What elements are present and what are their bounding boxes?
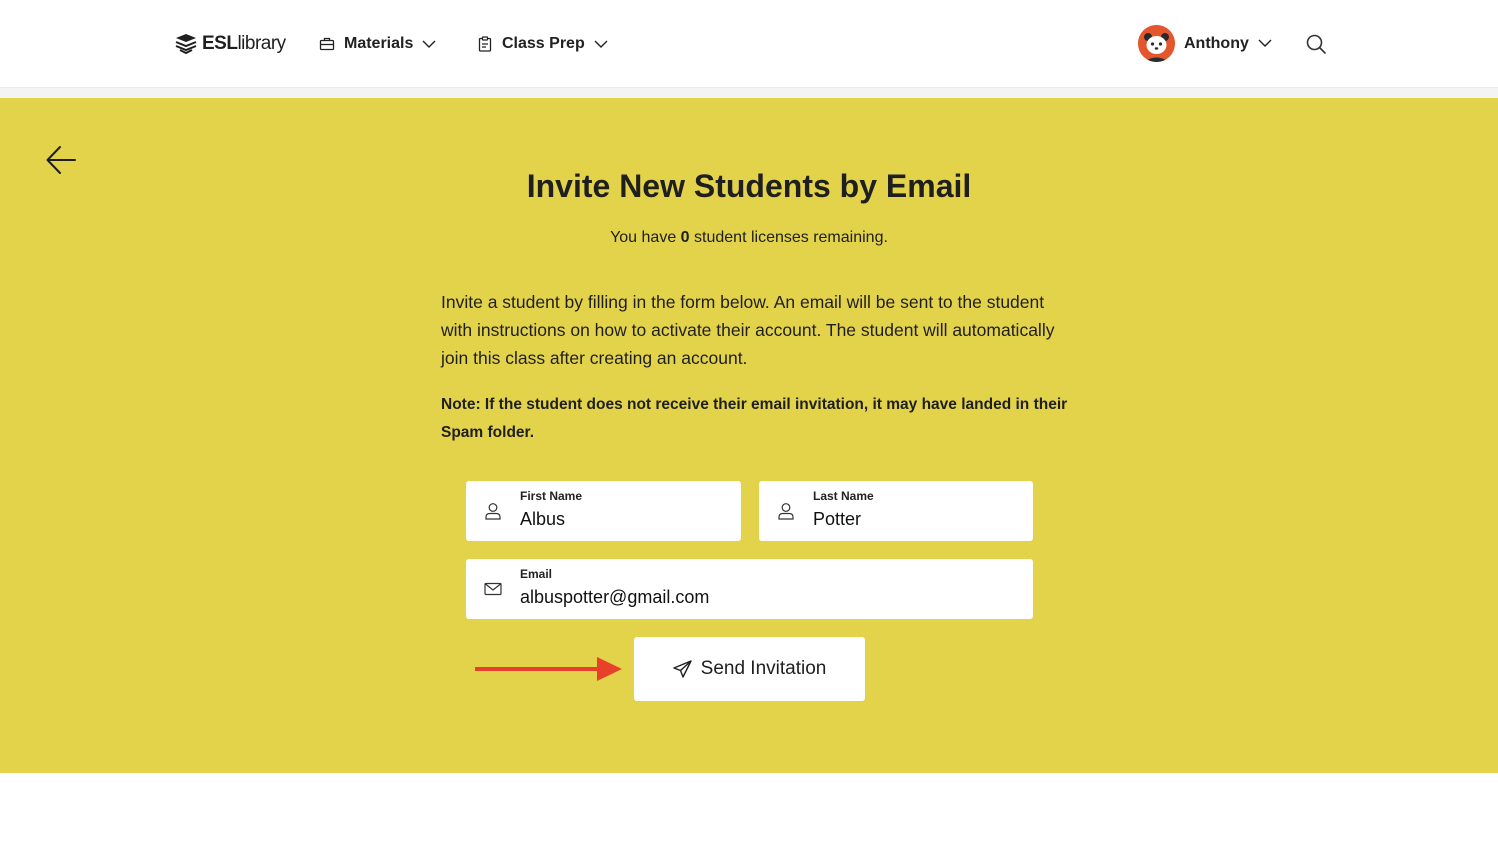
chevron-down-icon [594, 40, 608, 48]
person-icon [778, 503, 794, 520]
spam-note: Note: If the student does not receive th… [441, 396, 1068, 441]
paper-plane-icon [672, 659, 692, 678]
instructions-text: Invite a student by filling in the form … [441, 292, 1055, 368]
clipboard-icon [478, 36, 492, 52]
header-divider [0, 88, 1498, 98]
top-header: ESLlibrary Materials Class Prep Anthony [0, 0, 1498, 88]
email-label: Email [520, 567, 553, 581]
first-name-value[interactable]: Albus [520, 509, 565, 530]
user-menu[interactable]: Anthony [1138, 25, 1272, 62]
chevron-down-icon [422, 40, 436, 48]
nav-class-prep[interactable]: Class Prep [477, 30, 608, 58]
send-invitation-button[interactable]: Send Invitation [634, 637, 865, 701]
esl-library-logo[interactable]: ESLlibrary [174, 30, 286, 58]
logo-text: ESLlibrary [202, 33, 286, 54]
first-name-label: First Name [520, 489, 583, 503]
page-title: Invite New Students by Email [526, 168, 972, 204]
email-value[interactable]: albuspotter@gmail.com [520, 587, 709, 608]
last-name-field[interactable]: Last Name Potter [759, 481, 1033, 541]
user-name: Anthony [1184, 34, 1249, 52]
last-name-label: Last Name [813, 489, 874, 503]
nav-materials-label: Materials [344, 35, 414, 52]
last-name-value[interactable]: Potter [813, 509, 861, 530]
email-field[interactable]: Email albuspotter@gmail.com [466, 559, 1033, 619]
annotation-arrow-icon [475, 657, 622, 681]
first-name-field[interactable]: First Name Albus [466, 481, 741, 541]
licenses-remaining-text: You have 0 student licenses remaining. [610, 229, 888, 246]
logo-stack-icon [175, 34, 197, 55]
panda-avatar-icon [1138, 25, 1175, 62]
person-icon [485, 503, 501, 520]
avatar [1138, 25, 1175, 62]
briefcase-icon [319, 37, 335, 51]
envelope-icon [484, 582, 502, 596]
licenses-count: 0 [680, 229, 690, 246]
nav-class-prep-label: Class Prep [502, 35, 585, 52]
search-icon[interactable] [1305, 33, 1327, 55]
send-invitation-label: Send Invitation [700, 658, 827, 679]
nav-materials[interactable]: Materials [319, 30, 436, 58]
chevron-down-icon [1258, 39, 1272, 47]
